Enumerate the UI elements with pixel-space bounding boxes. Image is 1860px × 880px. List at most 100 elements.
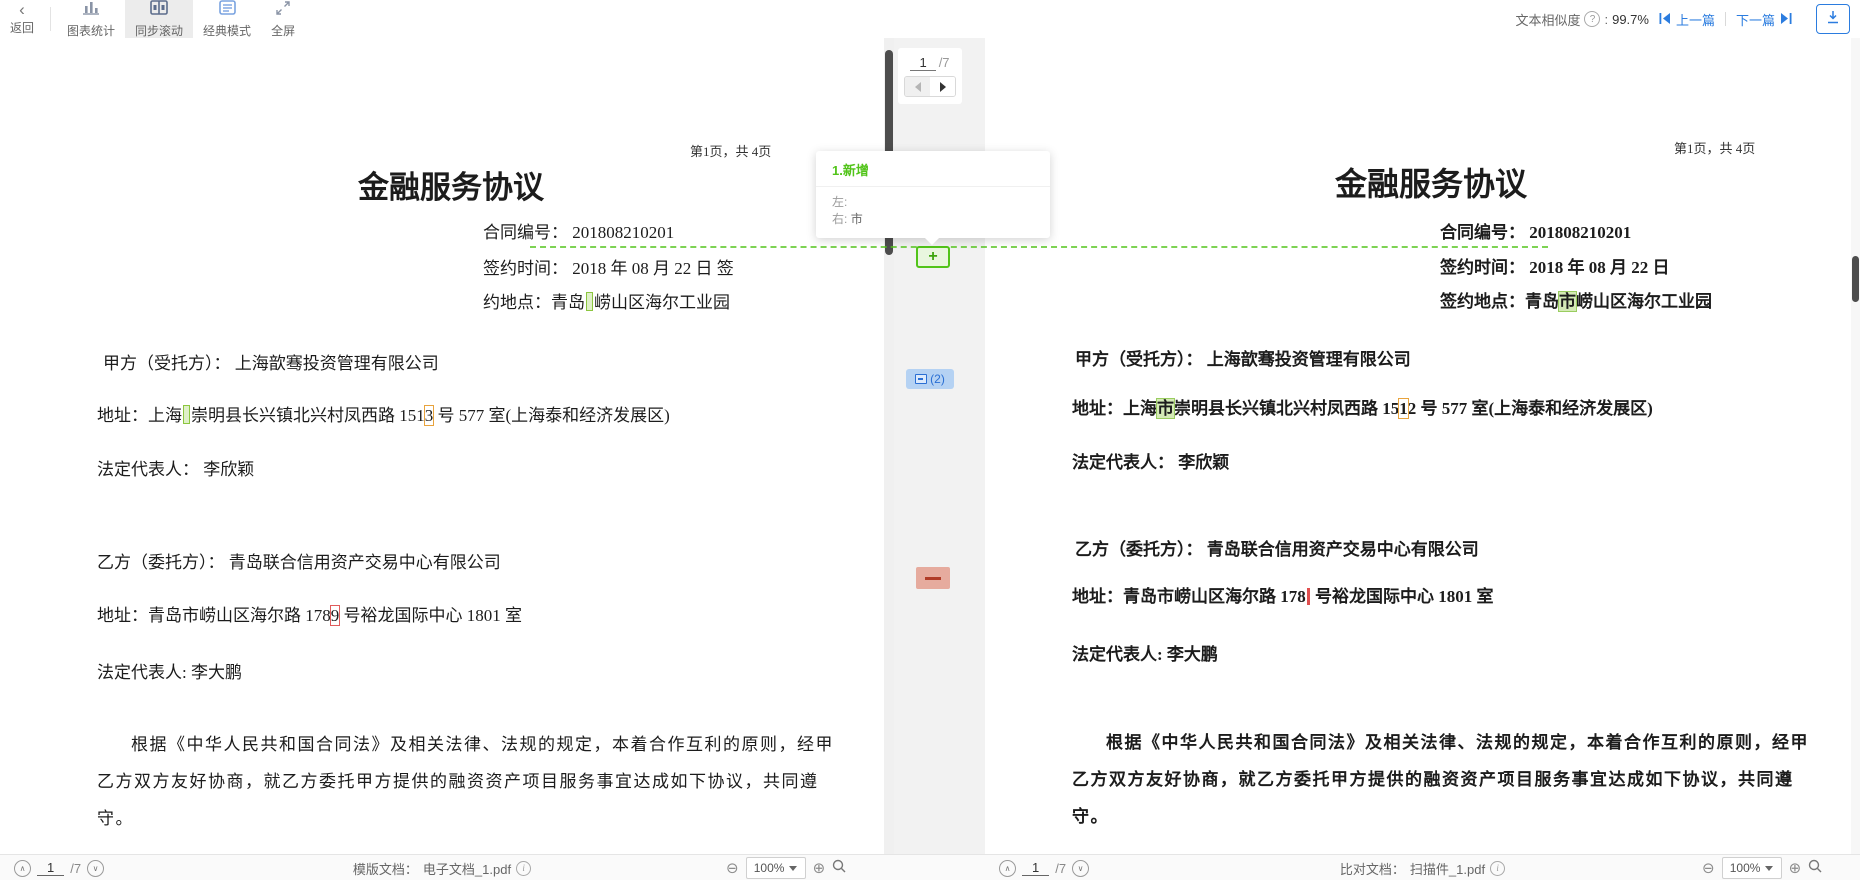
bar-chart-icon	[82, 0, 100, 20]
toolbar-item-sync-scroll[interactable]: 同步滚动	[125, 0, 193, 38]
left-doc-name: 电子文档_1.pdf	[423, 859, 511, 878]
collapse-diff-icon	[915, 374, 927, 384]
right-paragraph: 根据《中华人民共和国合同法》及相关法律、法规的规定，本着合作互利的原则，经甲 乙…	[1072, 724, 1790, 835]
zoom-out-icon[interactable]	[726, 861, 739, 876]
modified-char[interactable]: 1	[1399, 399, 1408, 418]
classic-mode-icon	[219, 0, 236, 20]
page-prev-button[interactable]	[905, 77, 930, 96]
right-sign-place: 签约地点：青岛市崂山区海尔工业园	[1440, 287, 1712, 312]
popup-body: 左: 右: 市	[816, 187, 1050, 228]
download-button[interactable]	[1816, 4, 1850, 34]
info-icon[interactable]	[516, 861, 531, 876]
page-next-button[interactable]	[930, 77, 955, 96]
chevron-left-icon: ‹	[19, 3, 25, 17]
info-icon[interactable]	[1490, 861, 1505, 876]
right-address-b: 地址：青岛市崂山区海尔路 178 号裕龙国际中心 1801 室	[1072, 582, 1494, 607]
popup-left-row: 左:	[832, 194, 1034, 211]
toolbar-item-label: 同步滚动	[135, 22, 183, 39]
left-address-b: 地址：青岛市崂山区海尔路 1789 号裕龙国际中心 1801 室	[97, 601, 522, 626]
paragraph-line: 根据《中华人民共和国合同法》及相关法律、法规的规定，本着合作互利的原则，经甲	[97, 726, 811, 763]
left-document-pane: 第1页，共 4页 金融服务协议 合同编号： 201808210201 签约时间：…	[0, 38, 884, 854]
magnifier-icon[interactable]	[832, 859, 846, 878]
right-page-header: 第1页，共 4页	[1674, 138, 1755, 157]
right-legal-a: 法定代表人： 李欣颖	[1072, 448, 1229, 473]
prev-diff-button[interactable]: 上一篇	[1659, 10, 1715, 29]
magnifier-icon[interactable]	[1808, 859, 1822, 878]
insert-position-marker[interactable]	[183, 405, 190, 424]
inserted-char[interactable]: 市	[1559, 292, 1576, 311]
toolbar-item-chart-stats[interactable]: 图表统计	[57, 0, 125, 38]
diff-marker-insert[interactable]: +	[916, 246, 950, 268]
zoom-out-icon[interactable]	[1702, 861, 1715, 876]
inserted-char[interactable]: 市	[1157, 399, 1174, 418]
similarity-label: 文本相似度	[1515, 10, 1580, 29]
gutter-page-total: /7	[939, 55, 950, 70]
triangle-left-icon	[915, 82, 921, 92]
back-button[interactable]: ‹ 返回	[0, 0, 44, 38]
right-party-a: 甲方（受托方）： 上海歆骞投资管理有限公司	[1075, 345, 1411, 370]
gutter-page-current[interactable]: 1	[910, 55, 935, 71]
right-scrollbar-thumb[interactable]	[1852, 256, 1859, 302]
zoom-in-icon[interactable]	[1789, 861, 1802, 876]
insert-position-marker[interactable]	[586, 292, 593, 311]
right-doc-title: 金融服务协议	[1072, 159, 1790, 205]
left-address-a: 地址：上海崇明县长兴镇北兴村凤西路 1513 号 577 室(上海泰和经济发展区…	[97, 401, 670, 426]
next-label: 下一篇	[1736, 10, 1775, 29]
delete-position-marker[interactable]	[1307, 588, 1310, 605]
help-question-icon[interactable]	[1584, 11, 1600, 27]
popup-right-row: 右: 市	[832, 211, 1034, 228]
toolbar-item-classic-mode[interactable]: 经典模式	[193, 0, 261, 38]
caret-down-icon	[1765, 866, 1773, 871]
left-zoom-select[interactable]: 100%	[746, 857, 806, 879]
right-sign-time: 签约时间： 2018 年 08 月 22 日	[1440, 253, 1670, 278]
diff-marker-delete[interactable]	[916, 567, 950, 589]
paragraph-line: 守。	[97, 800, 811, 837]
right-zoom-select[interactable]: 100%	[1722, 857, 1782, 879]
toolbar-item-fullscreen[interactable]: 全屏	[261, 0, 305, 38]
gutter-page-buttons	[904, 76, 956, 97]
left-contract-no: 合同编号： 201808210201	[483, 218, 674, 243]
toolbar-right-cluster: 文本相似度 : 99.7% 上一篇 下一篇	[1515, 0, 1850, 38]
nav-separator	[1725, 12, 1726, 26]
left-sign-time: 签约时间： 2018 年 08 月 22 日 签	[483, 254, 734, 279]
left-party-a: 甲方（受托方）： 上海歆骞投资管理有限公司	[103, 349, 439, 374]
diff-marker-group[interactable]: (2)	[906, 369, 954, 389]
popup-title: 1.新增	[816, 151, 1050, 187]
left-sign-place: 约地点：青岛崂山区海尔工业园	[483, 288, 730, 313]
diff-detail-popup: 1.新增 左: 右: 市	[816, 151, 1050, 238]
right-pane-scrollbar[interactable]	[1851, 38, 1860, 854]
document-compare-app: ‹ 返回 图表统计 同步滚动 经典模式 全屏 文本相似度 : 99.7%	[0, 0, 1860, 880]
back-label: 返回	[10, 19, 34, 36]
sync-scroll-icon	[150, 0, 168, 20]
right-document-pane: 第1页，共 4页 金融服务协议 合同编号： 201808210201 签约时间：…	[985, 38, 1860, 854]
caret-down-icon	[789, 866, 797, 871]
toolbar-divider	[50, 7, 51, 31]
right-doc-type: 比对文档：	[1340, 859, 1405, 878]
download-icon	[1825, 9, 1841, 30]
right-contract-no: 合同编号： 201808210201	[1440, 218, 1631, 243]
gutter-page-navigator: 1 /7	[898, 48, 962, 104]
similarity-sep: :	[1604, 12, 1608, 27]
left-doc-type: 模版文档：	[353, 859, 418, 878]
left-zoom-controls: 100%	[726, 855, 846, 880]
right-legal-b: 法定代表人: 李大鹏	[1072, 640, 1218, 665]
diff-connector-line	[530, 246, 1548, 248]
prev-label: 上一篇	[1676, 10, 1715, 29]
diff-group-count: (2)	[930, 372, 945, 386]
modified-char[interactable]: 3	[425, 406, 434, 425]
toolbar-item-label: 全屏	[271, 22, 295, 39]
triangle-right-icon	[940, 82, 946, 92]
left-paragraph: 根据《中华人民共和国合同法》及相关法律、法规的规定，本着合作互利的原则，经甲 乙…	[97, 726, 811, 837]
deleted-char[interactable]: 9	[331, 606, 340, 625]
toolbar-item-label: 图表统计	[67, 22, 115, 39]
zoom-in-icon[interactable]	[813, 861, 826, 876]
similarity-readout: 文本相似度 : 99.7%	[1515, 10, 1649, 29]
gutter-page-indicator: 1 /7	[910, 55, 949, 71]
toolbar: ‹ 返回 图表统计 同步滚动 经典模式 全屏 文本相似度 : 99.7%	[0, 0, 1860, 39]
left-legal-b: 法定代表人: 李大鹏	[97, 658, 242, 683]
skip-next-icon	[1779, 12, 1792, 27]
skip-prev-icon	[1659, 12, 1672, 27]
left-legal-a: 法定代表人： 李欣颖	[97, 455, 254, 480]
right-address-a: 地址：上海市崇明县长兴镇北兴村凤西路 1512 号 577 室(上海泰和经济发展…	[1072, 394, 1653, 419]
next-diff-button[interactable]: 下一篇	[1736, 10, 1792, 29]
